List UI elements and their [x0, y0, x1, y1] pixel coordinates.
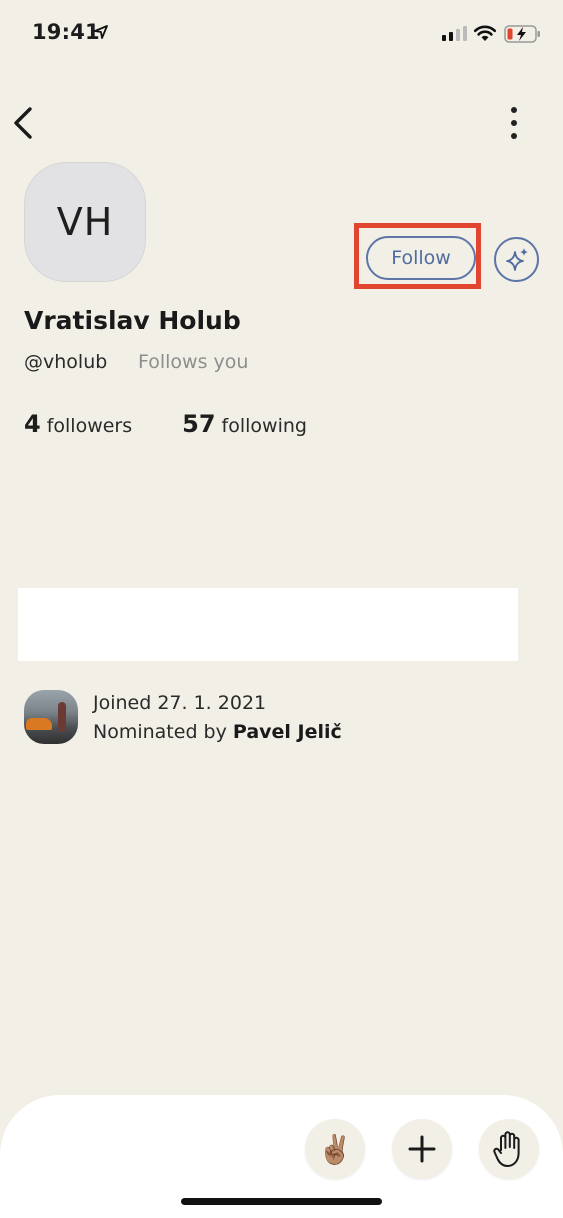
victory-hand-icon: ✌🏽 [317, 1132, 353, 1166]
cellular-signal-icon [442, 26, 467, 41]
status-time: 19:41 [32, 20, 100, 44]
add-room-button[interactable] [392, 1119, 452, 1179]
bio-placeholder-box [18, 588, 518, 661]
nominator-avatar[interactable] [24, 690, 78, 744]
display-name: Vratislav Holub [24, 306, 241, 335]
nominated-by: Nominated by Pavel Jelič [93, 721, 342, 743]
plus-icon [408, 1135, 436, 1163]
nominated-prefix: Nominated by [93, 721, 227, 743]
follow-button[interactable]: Follow [366, 236, 476, 280]
followers-label: followers [46, 415, 133, 437]
more-options-icon[interactable] [505, 104, 523, 142]
followers-count: 4 [24, 410, 41, 438]
victory-hand-button[interactable]: ✌🏽 [305, 1119, 365, 1179]
wifi-icon [473, 25, 497, 41]
profile-avatar[interactable]: VH [24, 162, 146, 282]
joined-date: Joined 27. 1. 2021 [93, 692, 267, 714]
home-indicator [181, 1198, 382, 1205]
sparkle-icon [505, 247, 528, 271]
followers-link[interactable]: 4 followers [24, 410, 132, 438]
follows-you-label: Follows you [138, 351, 249, 373]
back-chevron-icon[interactable] [10, 104, 40, 142]
wave-button[interactable] [479, 1119, 539, 1179]
location-arrow-icon [94, 25, 108, 39]
username-handle: @vholub [24, 351, 108, 373]
follow-stats: 4 followers 57 following [24, 410, 307, 438]
following-link[interactable]: 57 following [182, 410, 307, 438]
sparkle-button[interactable] [494, 237, 539, 282]
nominator-name[interactable]: Pavel Jelič [233, 721, 342, 743]
raised-hand-icon [493, 1131, 520, 1167]
following-count: 57 [182, 410, 216, 438]
battery-charging-icon [504, 25, 540, 43]
following-label: following [221, 415, 307, 437]
